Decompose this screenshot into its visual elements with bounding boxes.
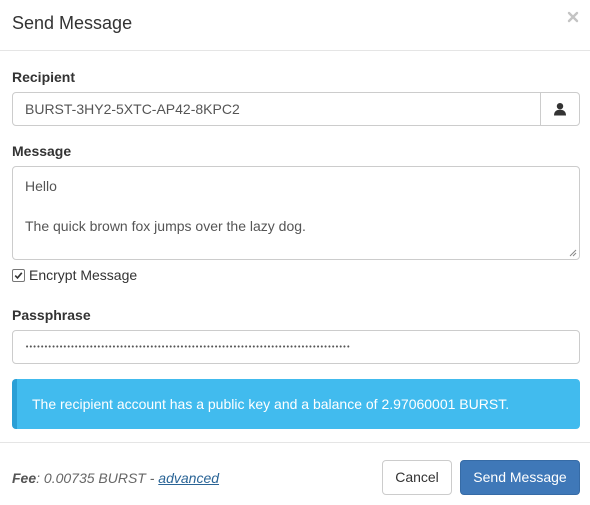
encrypt-option: Encrypt Message xyxy=(12,266,137,284)
advanced-link[interactable]: advanced xyxy=(158,470,219,486)
dialog-header: Send Message xyxy=(0,0,590,51)
message-textarea[interactable]: Hello The quick brown fox jumps over the… xyxy=(12,166,580,260)
checkmark-icon xyxy=(14,271,23,279)
send-message-dialog: Send Message Recipient BURST-3HY2-5XTC-A… xyxy=(0,0,590,505)
close-icon[interactable] xyxy=(566,10,580,24)
alert-text: The recipient account has a public key a… xyxy=(32,396,510,412)
dialog-title: Send Message xyxy=(12,13,133,33)
fee-label: Fee xyxy=(12,470,37,486)
message-line: Hello xyxy=(25,178,57,194)
contacts-button[interactable] xyxy=(540,92,580,126)
passphrase-input[interactable]: ••••••••••••••••••••••••••••••••••••••••… xyxy=(12,330,580,364)
recipient-input[interactable]: BURST-3HY2-5XTC-AP42-8KPC2 xyxy=(12,92,541,126)
recipient-info-alert: The recipient account has a public key a… xyxy=(12,379,580,429)
resize-handle-icon[interactable] xyxy=(568,248,577,257)
dialog-footer: Fee: 0.00735 BURST - advanced Cancel Sen… xyxy=(0,442,590,505)
encrypt-checkbox[interactable] xyxy=(12,268,25,282)
recipient-input-group: BURST-3HY2-5XTC-AP42-8KPC2 xyxy=(12,92,580,126)
encrypt-label[interactable]: Encrypt Message xyxy=(29,266,137,284)
fee-info: Fee: 0.00735 BURST - advanced xyxy=(12,469,219,487)
send-message-button[interactable]: Send Message xyxy=(460,460,580,495)
message-label: Message xyxy=(12,143,72,159)
message-line xyxy=(25,196,567,216)
cancel-button[interactable]: Cancel xyxy=(382,460,452,495)
recipient-label: Recipient xyxy=(12,69,76,85)
message-line: The quick brown fox jumps over the lazy … xyxy=(25,218,306,234)
passphrase-masked-value: ••••••••••••••••••••••••••••••••••••••••… xyxy=(25,343,350,351)
fee-value: : 0.00735 BURST - xyxy=(36,470,159,486)
user-icon xyxy=(554,103,566,116)
passphrase-label: Passphrase xyxy=(12,307,91,323)
